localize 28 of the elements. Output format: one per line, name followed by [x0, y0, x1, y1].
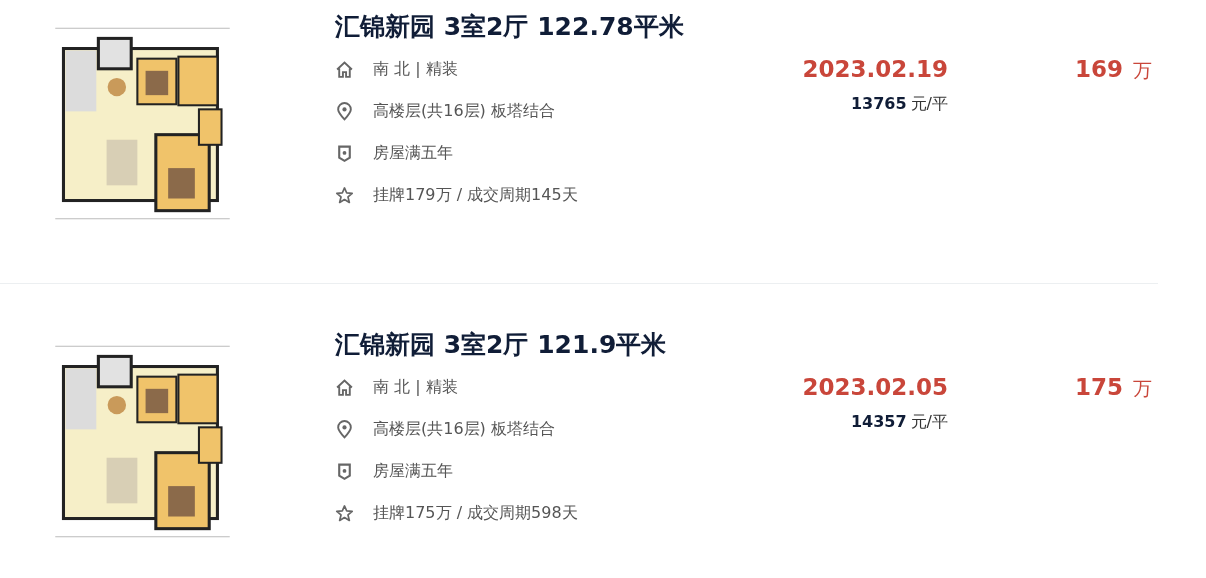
listing-history-text: 挂牌179万 / 成交周期145天 [373, 184, 578, 206]
total-price-unit: 万 [1133, 58, 1152, 83]
orientation-text: 南 北 | 精装 [373, 376, 458, 398]
total-price: 169 [1075, 56, 1123, 82]
tag-text: 房屋满五年 [373, 460, 453, 482]
floor-text: 高楼层(共16层) 板塔结合 [373, 100, 555, 122]
total-price: 175 [1075, 374, 1123, 400]
orientation-text: 南 北 | 精装 [373, 58, 458, 80]
tag-text: 房屋满五年 [373, 142, 453, 164]
listing-history-text: 挂牌175万 / 成交周期598天 [373, 502, 578, 524]
total-price-unit: 万 [1133, 376, 1152, 401]
deal-date: 2023.02.05 [802, 374, 948, 400]
unit-price-unit: 元/平 [910, 94, 948, 113]
star-icon [335, 185, 354, 205]
location-pin-icon [335, 419, 354, 439]
house-icon [335, 377, 354, 397]
listing-title[interactable]: 汇锦新园 3室2厅 121.9平米 [335, 328, 1158, 364]
unit-price: 14357 [850, 412, 907, 431]
location-pin-icon [335, 101, 354, 121]
shield-icon [335, 143, 354, 163]
deal-date: 2023.02.19 [802, 56, 948, 82]
house-icon [335, 59, 354, 79]
star-icon [335, 503, 354, 523]
shield-icon [335, 461, 354, 481]
unit-price: 13765 [850, 94, 907, 113]
floor-text: 高楼层(共16层) 板塔结合 [373, 418, 555, 440]
unit-price-unit: 元/平 [910, 412, 948, 431]
listing-title[interactable]: 汇锦新园 3室2厅 122.78平米 [335, 10, 1158, 46]
